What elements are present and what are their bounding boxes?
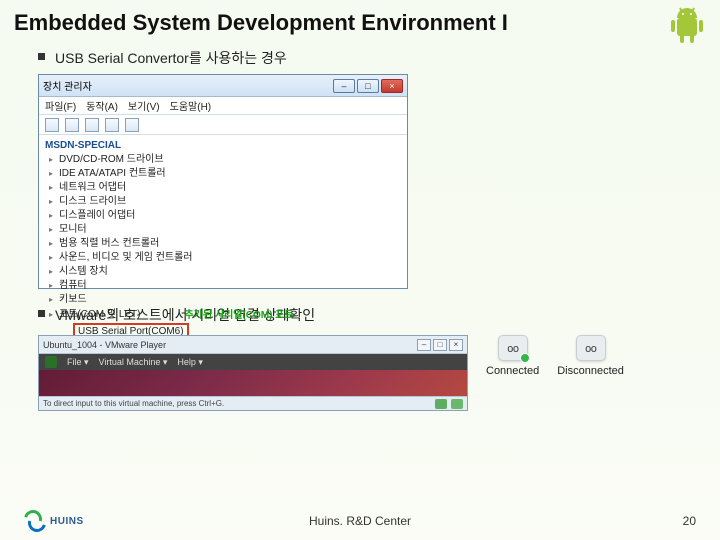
section-annotation: 추가된 시리얼(COM) 포트 (185, 309, 294, 323)
tree-node[interactable]: 모니터 (59, 223, 401, 237)
tree-node[interactable]: 컴퓨터 (59, 279, 401, 293)
huins-mark-icon (24, 510, 46, 532)
serial-connected-icon (498, 335, 528, 361)
tree-node[interactable]: 시스템 장치 (59, 265, 401, 279)
menu-vm[interactable]: Virtual Machine ▾ (99, 357, 168, 368)
devmgr-titlebar: 장치 관리자 – □ × (39, 75, 407, 97)
play-icon[interactable] (45, 356, 57, 368)
tree-root[interactable]: MSDN-SPECIAL (45, 139, 401, 153)
maximize-button[interactable]: □ (357, 79, 379, 93)
minimize-button[interactable]: – (333, 79, 355, 93)
huins-brand-text: HUINS (50, 516, 84, 527)
close-button[interactable]: × (449, 339, 463, 351)
huins-logo: HUINS (24, 510, 84, 532)
device-manager-window: 장치 관리자 – □ × 파일(F) 동작(A) 보기(V) 도움말(H) MS… (38, 74, 408, 289)
tree-node[interactable]: IDE ATA/ATAPI 컨트롤러 (59, 167, 401, 181)
vmware-title: Ubuntu_1004 - VMware Player (43, 340, 166, 350)
devmgr-toolbar (39, 115, 407, 135)
tree-node[interactable]: 네트워크 어댑터 (59, 181, 401, 195)
bullet-usb-serial: USB Serial Convertor를 사용하는 경우 (0, 42, 720, 74)
serial-status-icon[interactable] (451, 399, 463, 409)
toolbar-icon[interactable] (125, 118, 139, 132)
android-logo-icon (664, 6, 710, 51)
devmgr-menubar[interactable]: 파일(F) 동작(A) 보기(V) 도움말(H) (39, 97, 407, 115)
menu-file[interactable]: 파일(F) (45, 98, 76, 113)
page-number: 20 (683, 514, 696, 528)
tree-node-ports[interactable]: 포트(COM 및 LPT) (59, 308, 141, 322)
toolbar-icon[interactable] (105, 118, 119, 132)
vmware-logo-icon (435, 399, 447, 409)
status-dot-green-icon (520, 353, 530, 363)
bullet-marker-icon (38, 53, 45, 60)
tree-node[interactable]: 디스플레이 어댑터 (59, 209, 401, 223)
vmware-statusbar: To direct input to this virtual machine,… (39, 396, 467, 410)
page-title: Embedded System Development Environment … (0, 0, 720, 42)
minimize-button[interactable]: – (417, 339, 431, 351)
tree-node[interactable]: DVD/CD-ROM 드라이브 (59, 153, 401, 167)
tree-node[interactable]: 키보드 (59, 293, 401, 307)
menu-view[interactable]: 보기(V) (128, 98, 160, 113)
tree-node[interactable]: 범용 직렬 버스 컨트롤러 (59, 237, 401, 251)
toolbar-icon[interactable] (45, 118, 59, 132)
toolbar-icon[interactable] (65, 118, 79, 132)
vmware-status-text: To direct input to this virtual machine,… (43, 399, 224, 408)
serial-disconnected-icon (576, 335, 606, 361)
footer: HUINS Huins. R&D Center 20 (0, 510, 720, 532)
connected-label: Connected (486, 365, 539, 377)
bullet-text: USB Serial Convertor를 사용하는 경우 (55, 48, 287, 68)
tree-node[interactable]: 디스크 드라이브 (59, 195, 401, 209)
close-button[interactable]: × (381, 79, 403, 93)
menu-action[interactable]: 동작(A) (86, 98, 118, 113)
devmgr-title: 장치 관리자 (43, 78, 92, 93)
connected-status: Connected (486, 335, 539, 377)
vmware-titlebar: Ubuntu_1004 - VMware Player – □ × (39, 336, 467, 354)
footer-center-text: Huins. R&D Center (309, 514, 411, 528)
disconnected-status: Disconnected (557, 335, 624, 377)
disconnected-label: Disconnected (557, 365, 624, 377)
menu-help[interactable]: 도움말(H) (170, 98, 211, 113)
vmware-menubar[interactable]: File ▾ Virtual Machine ▾ Help ▾ (39, 354, 467, 370)
toolbar-icon[interactable] (85, 118, 99, 132)
vmware-player-window: Ubuntu_1004 - VMware Player – □ × File ▾… (38, 335, 468, 411)
tree-node[interactable]: 사운드, 비디오 및 게임 컨트롤러 (59, 251, 401, 265)
menu-file[interactable]: File ▾ (67, 357, 89, 368)
maximize-button[interactable]: □ (433, 339, 447, 351)
menu-help[interactable]: Help ▾ (177, 357, 203, 368)
